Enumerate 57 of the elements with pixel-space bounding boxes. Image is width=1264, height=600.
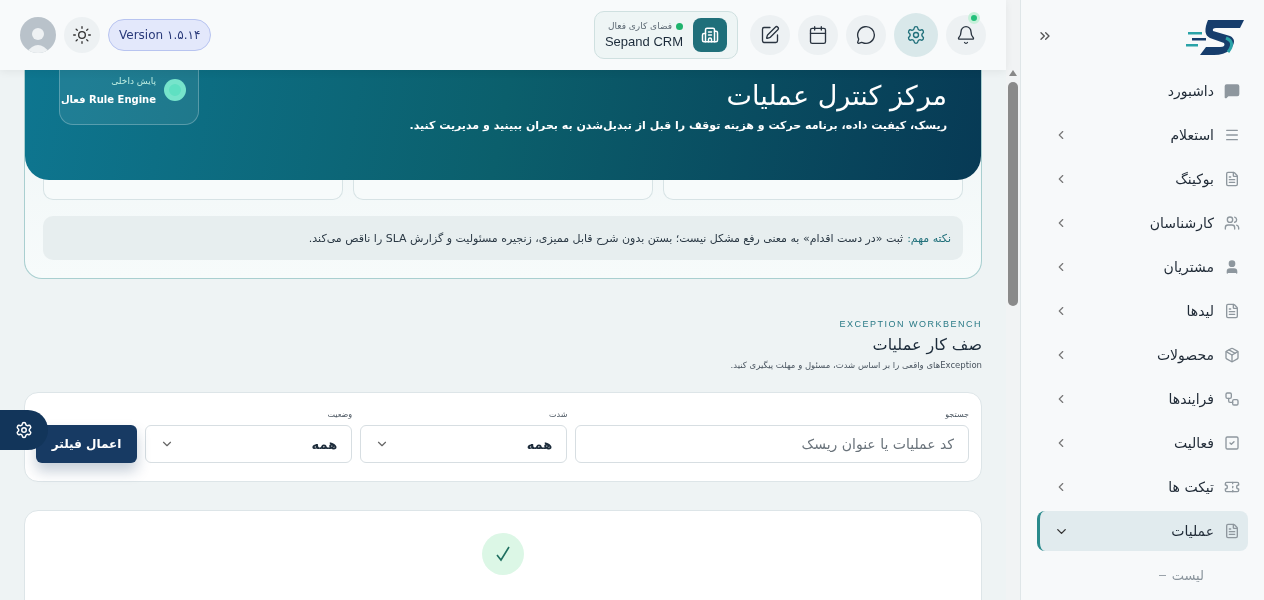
theme-toggle-button[interactable] bbox=[64, 17, 100, 53]
chat-button[interactable] bbox=[846, 15, 886, 55]
sidebar-item[interactable]: محصولات bbox=[1037, 335, 1248, 375]
document-icon bbox=[1224, 303, 1240, 319]
search-field[interactable]: کد عملیات یا عنوان ریسک bbox=[575, 425, 969, 463]
sidebar-item[interactable]: کارشناسان bbox=[1037, 203, 1248, 243]
document-icon bbox=[1224, 171, 1240, 187]
dash-icon bbox=[1158, 574, 1166, 576]
settings-button[interactable] bbox=[894, 13, 938, 57]
checkbox-icon bbox=[1224, 435, 1240, 451]
sidebar-item[interactable]: تیکت ها bbox=[1037, 467, 1248, 507]
document-icon bbox=[1224, 523, 1240, 539]
sidebar-item[interactable]: استعلام bbox=[1037, 115, 1248, 155]
speech-bubble-icon bbox=[1224, 83, 1240, 99]
sidebar-item[interactable]: عملیات bbox=[1037, 511, 1248, 551]
edit-button[interactable] bbox=[750, 15, 790, 55]
workspace-name: Sepand CRM bbox=[604, 34, 683, 49]
people-icon bbox=[1224, 215, 1240, 231]
check-icon bbox=[482, 533, 524, 575]
settings-icon bbox=[15, 421, 33, 439]
chat-bubble-icon bbox=[856, 25, 876, 45]
pencil-square-icon bbox=[760, 25, 780, 45]
note-text: نکته مهم: ثبت «در دست اقدام» به معنی رفع مشکل نیست؛ بستن بدون شرح قابل ممیزی، زنجیره مسئولیت و گزارش SLA را ناقص می‌کند. bbox=[43, 216, 963, 260]
select-field[interactable]: همه bbox=[145, 425, 353, 463]
sun-icon bbox=[72, 25, 92, 45]
workspace-label: فضای کاری فعال bbox=[604, 21, 683, 31]
section-title: صف کار عملیات bbox=[871, 335, 982, 354]
ticket-icon bbox=[1224, 479, 1240, 495]
settings-icon bbox=[906, 25, 926, 45]
select-field[interactable]: همه bbox=[360, 425, 568, 463]
status-value: Rule Engine فعال bbox=[60, 93, 156, 105]
calendar-button[interactable] bbox=[798, 15, 838, 55]
sidebar-item[interactable]: لیدها bbox=[1037, 291, 1248, 331]
field-label: شدت bbox=[547, 410, 568, 419]
settings-tab-button[interactable] bbox=[0, 410, 48, 450]
person-icon bbox=[1224, 259, 1240, 275]
version-badge: Version ۱.۵.۱۴ bbox=[108, 19, 212, 51]
calendar-icon bbox=[808, 25, 828, 45]
sidebar-item[interactable]: فرایندها bbox=[1037, 379, 1248, 419]
bell-button[interactable] bbox=[946, 15, 986, 55]
section-description: Exceptionهای واقعی را بر اساس شدت، مسئول و مهلت پیگیری کنید. bbox=[729, 360, 982, 370]
bell-icon bbox=[956, 25, 976, 45]
lines-icon bbox=[1224, 127, 1240, 143]
hero-title: مرکز کنترل عملیات bbox=[725, 80, 947, 111]
apply-filter-button[interactable]: اعمال فیلتر bbox=[36, 425, 137, 463]
cube-icon bbox=[1224, 347, 1240, 363]
field-label: وضعیت bbox=[326, 410, 353, 419]
section-eyebrow: EXCEPTION WORKBENCH bbox=[839, 319, 982, 329]
sidebar-item[interactable]: بوکینگ bbox=[1037, 159, 1248, 199]
field-label: جستجو bbox=[944, 410, 969, 419]
sidebar-item[interactable]: داشبورد bbox=[1037, 71, 1248, 111]
sidebar-item[interactable]: فعالیت bbox=[1037, 423, 1248, 463]
building-icon bbox=[693, 18, 727, 52]
hero-subtitle: ریسک، کیفیت داده، برنامه حرکت و هزینه توقف را قبل از تبدیل‌شدن به بحران ببینید و مدیریت کنید. bbox=[409, 119, 947, 132]
sidebar-item[interactable]: مشتریان bbox=[1037, 247, 1248, 287]
status-label: پایش داخلی bbox=[110, 75, 156, 86]
nodes-icon bbox=[1224, 391, 1240, 407]
